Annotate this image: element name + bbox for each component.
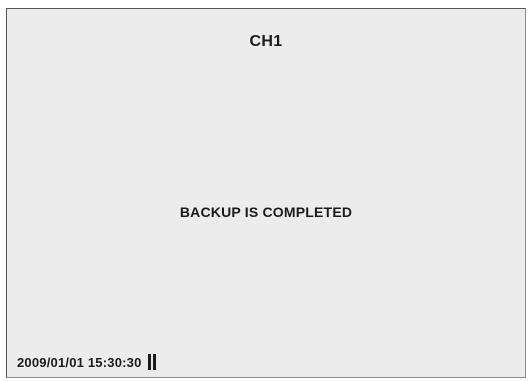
double-bar-indicator-icon	[147, 354, 156, 370]
indicator-bar	[147, 354, 151, 370]
channel-title: CH1	[249, 33, 283, 50]
timestamp: 2009/01/01 15:30:30	[17, 354, 142, 370]
dvr-screen: CH1 BACKUP IS COMPLETED 2009/01/01 15:30…	[6, 8, 526, 378]
indicator-bar	[152, 354, 156, 370]
backup-status-message: BACKUP IS COMPLETED	[179, 204, 353, 220]
status-footer: 2009/01/01 15:30:30	[17, 354, 156, 370]
